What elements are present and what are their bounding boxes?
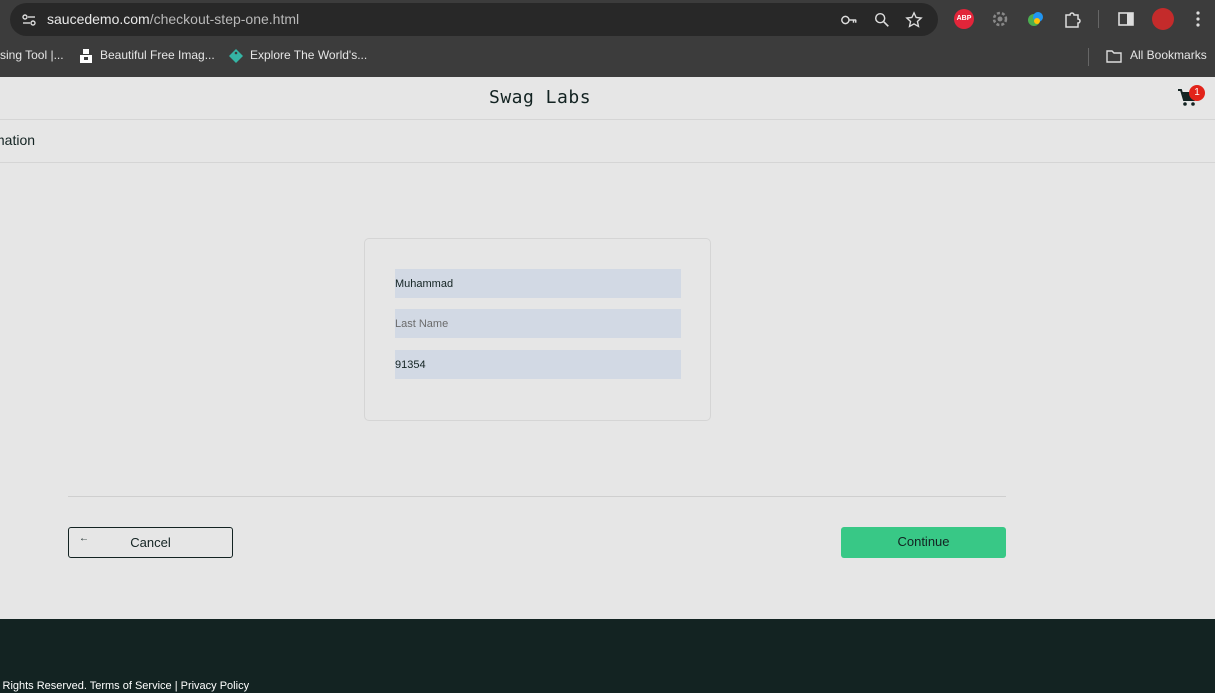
bookmark-item[interactable]: Beautiful Free Imag... [100,48,215,62]
folder-icon [1106,50,1122,63]
app-header: Swag Labs [0,77,1215,120]
bookmarks-bar: sing Tool |... Beautiful Free Imag... Ex… [0,41,1215,71]
all-bookmarks[interactable]: All Bookmarks [1130,48,1207,62]
sidepanel-icon[interactable] [1116,9,1136,29]
star-icon[interactable] [905,11,923,29]
unsplash-icon [80,49,92,63]
toolbar-divider [1098,10,1099,28]
bookmarks-divider [1088,48,1089,66]
bookmark-item[interactable]: Explore The World's... [250,48,367,62]
browser-chrome: saucedemo.com/checkout-step-one.html ABP [0,0,1215,77]
adblock-icon[interactable]: ABP [954,9,974,29]
color-extension-icon[interactable] [1026,9,1046,29]
secondary-header: mation [0,120,1215,163]
url-text[interactable]: saucedemo.com/checkout-step-one.html [47,11,299,27]
site-info-icon[interactable] [21,12,37,28]
footer: l Rights Reserved. Terms of Service | Pr… [0,619,1215,693]
zoom-icon[interactable] [873,11,891,29]
first-name-input[interactable] [395,269,681,298]
cart-badge: 1 [1189,85,1205,101]
footer-copy: l Rights Reserved. Terms of Service | Pr… [0,680,250,692]
address-bar[interactable]: saucedemo.com/checkout-step-one.html [10,3,938,36]
kebab-menu-icon[interactable] [1188,9,1208,29]
postal-code-input[interactable] [395,350,681,379]
key-icon[interactable] [840,11,858,29]
form-divider [68,496,1006,497]
settings-extension-icon[interactable] [990,9,1010,29]
cancel-label: Cancel [130,535,171,550]
checkout-form [364,238,711,421]
continue-label: Continue [897,534,950,549]
bookmark-item[interactable]: sing Tool |... [0,48,64,62]
puzzle-icon[interactable] [1062,9,1082,29]
app-logo: Swag Labs [489,87,592,108]
tag-icon [229,49,243,63]
page-title: mation [0,132,36,148]
avatar[interactable] [1152,8,1174,30]
continue-button[interactable]: Continue [841,527,1006,558]
last-name-input[interactable] [395,309,681,338]
cancel-button[interactable]: ← Cancel [68,527,233,558]
